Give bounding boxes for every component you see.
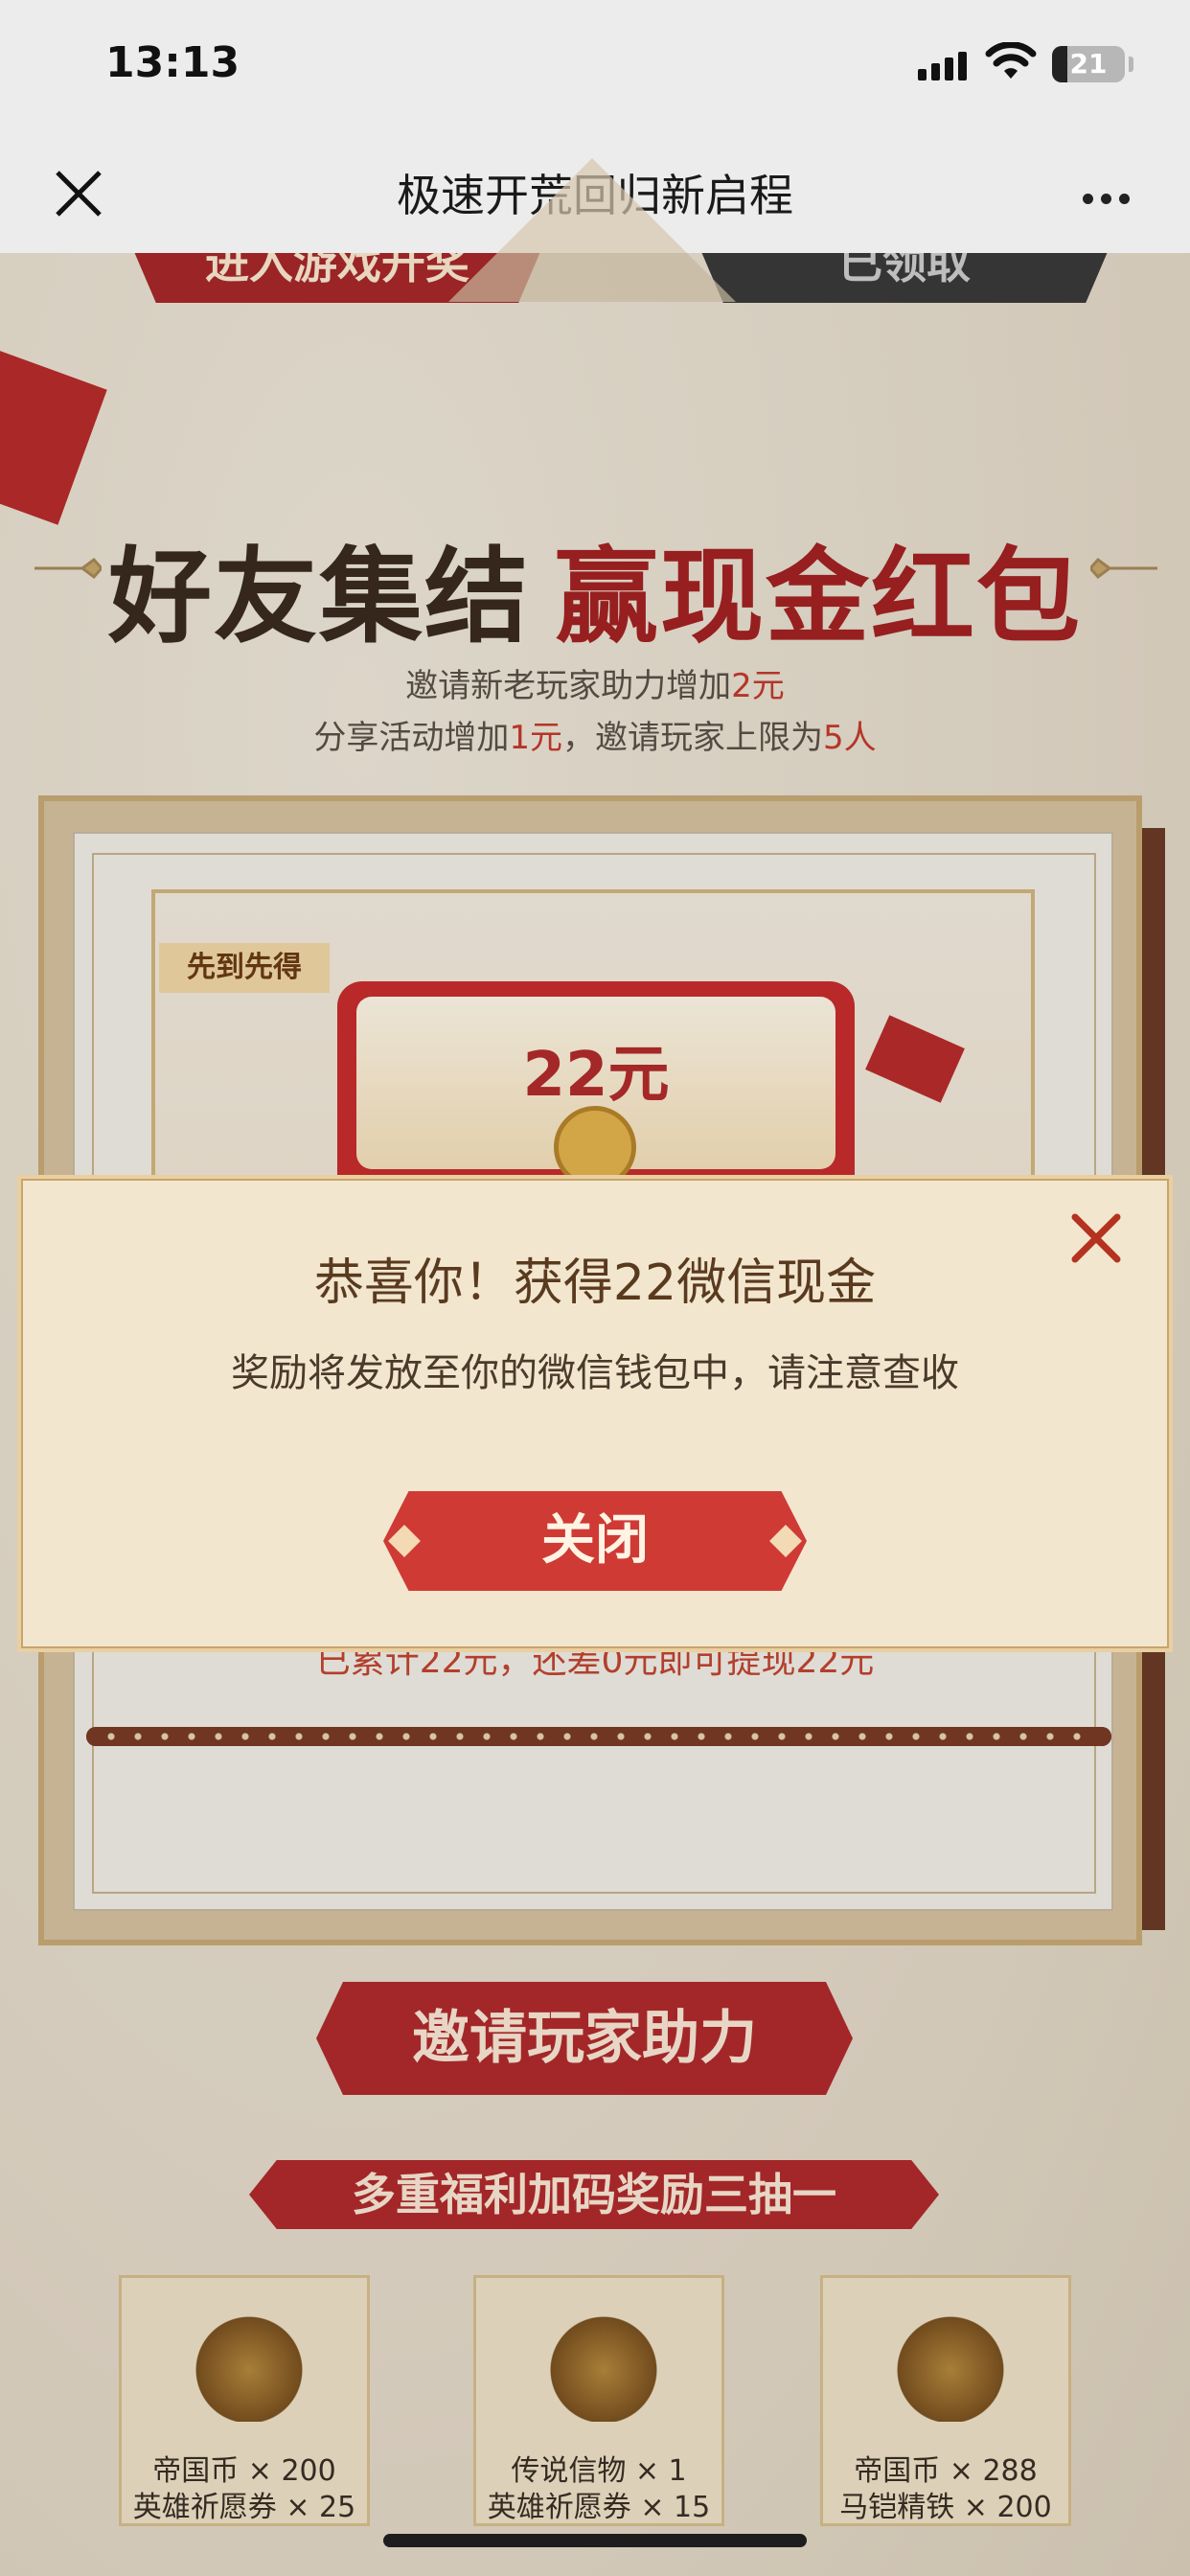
more-options-icon[interactable] xyxy=(1083,190,1140,204)
battery-percent: 21 xyxy=(1069,48,1108,80)
modal-description: 奖励将发放至你的微信钱包中，请注意查收 xyxy=(231,1351,959,1395)
battery-cap xyxy=(1129,57,1133,72)
home-indicator[interactable] xyxy=(383,2534,807,2547)
cellular-signal-icon xyxy=(918,52,967,80)
modal-close-button[interactable]: 关闭 xyxy=(383,1491,807,1591)
status-bar: 13:13 21 xyxy=(0,0,1190,134)
battery-icon: 21 xyxy=(1052,46,1125,82)
modal-title: 恭喜你！获得22微信现金 xyxy=(313,1254,877,1312)
battery-level xyxy=(1052,46,1067,82)
status-time: 13:13 xyxy=(105,38,240,87)
wifi-icon xyxy=(985,42,1037,79)
